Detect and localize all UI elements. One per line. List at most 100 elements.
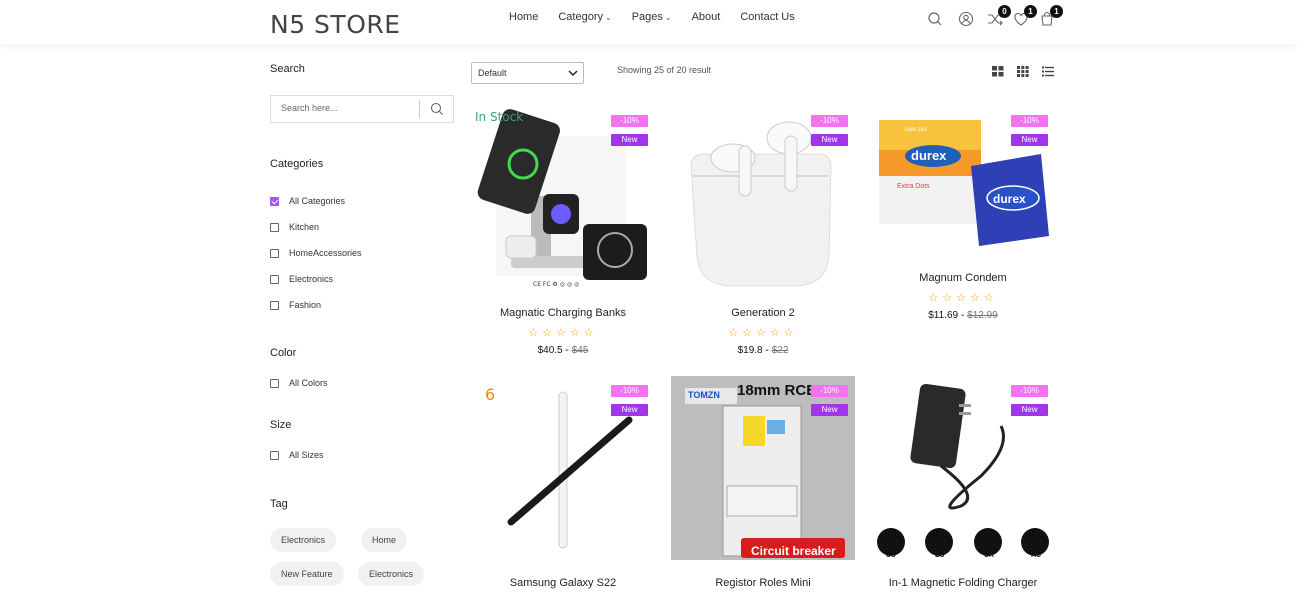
search-heading: Search — [270, 63, 305, 75]
checkbox[interactable] — [270, 450, 279, 460]
size-all[interactable]: All Sizes — [270, 450, 324, 460]
old-price: $12.99 — [967, 310, 998, 321]
chevron-down-icon — [568, 70, 578, 77]
product-card[interactable]: CE FC ♻ ◎ ◎ ◎ In Stock -10% New Magnatic… — [470, 106, 657, 356]
product-name[interactable]: Magnatic Charging Banks — [470, 307, 656, 319]
old-price: $22 — [771, 345, 789, 356]
product-card[interactable]: 6 -10% New Samsung Galaxy S22 — [471, 376, 657, 598]
discount-badge: -10% — [1011, 115, 1048, 127]
grid-small-icon[interactable] — [1017, 66, 1029, 77]
tag-chip[interactable]: Electronics — [358, 562, 425, 586]
category-label: HomeAccessories — [289, 248, 362, 258]
search-icon[interactable] — [927, 11, 943, 27]
list-view-icon[interactable] — [1042, 66, 1054, 77]
category-label: All Categories — [289, 196, 346, 206]
size-label: All Sizes — [289, 450, 324, 460]
color-all[interactable]: All Colors — [270, 378, 328, 388]
image-caption-text: Circuit breaker — [751, 544, 836, 558]
search-input[interactable] — [281, 103, 411, 113]
in-stock-label: In Stock — [475, 110, 524, 124]
new-badge: New — [1011, 134, 1048, 146]
product-name[interactable]: In-1 Magnetic Folding Charger — [870, 577, 1056, 589]
plug-label: AU — [1031, 552, 1042, 559]
product-name[interactable]: Generation 2 — [670, 307, 856, 319]
sale-price: $11.69 - — [928, 310, 965, 321]
category-label: Electronics — [289, 274, 334, 284]
condom-box-image — [871, 106, 1055, 256]
product-card[interactable]: US EU UK AU -10% New In-1 Magnetic Foldi… — [871, 376, 1057, 598]
discount-badge: -10% — [811, 385, 848, 397]
checkbox[interactable] — [270, 300, 279, 310]
sale-price: $19.8 - — [737, 345, 769, 356]
box-top-text: love sex — [905, 127, 928, 133]
old-price: $45 — [571, 345, 589, 356]
checkbox[interactable] — [270, 378, 279, 388]
discount-badge: -10% — [811, 115, 848, 127]
image-title-text: 18mm RCB — [737, 382, 818, 399]
rating-stars: ☆☆☆☆☆ — [728, 327, 798, 339]
product-card[interactable]: -10% New Generation 2 ☆☆☆☆☆ $19.8 - $22 — [670, 106, 857, 356]
product-price: $11.69 - $12.99 — [870, 310, 1056, 321]
search-icon[interactable] — [429, 101, 445, 117]
header-icons: 0 1 1 — [0, 5, 1298, 30]
svg-text:6: 6 — [485, 385, 495, 404]
color-heading: Color — [270, 347, 297, 359]
new-badge: New — [811, 134, 848, 146]
new-badge: New — [811, 404, 848, 416]
checkbox[interactable] — [270, 196, 279, 206]
tag-chip[interactable]: Electronics — [270, 528, 337, 552]
category-fashion[interactable]: Fashion — [270, 300, 321, 310]
product-name[interactable]: Samsung Galaxy S22 — [470, 577, 656, 589]
discount-badge: -10% — [611, 115, 648, 127]
color-label: All Colors — [289, 378, 328, 388]
product-name[interactable]: Registor Roles Mini — [670, 577, 856, 589]
product-card[interactable]: love sex durex Extra Dots durex -10% New… — [871, 106, 1057, 336]
discount-badge: -10% — [1011, 385, 1048, 397]
checkbox[interactable] — [270, 222, 279, 232]
category-electronics[interactable]: Electronics — [270, 274, 333, 284]
svg-text:CE FC ♻ ◎ ◎ ◎: CE FC ♻ ◎ ◎ ◎ — [533, 281, 579, 288]
result-count: Showing 25 of 20 result — [617, 65, 712, 75]
divider — [419, 100, 420, 118]
sort-value: Default — [478, 68, 507, 78]
size-heading: Size — [270, 419, 292, 431]
brand-text-pack: durex — [993, 192, 1026, 206]
variant-text: Extra Dots — [897, 183, 930, 190]
category-homeaccessories[interactable]: HomeAccessories — [270, 248, 362, 258]
grid-large-icon[interactable] — [992, 66, 1004, 77]
checkbox[interactable] — [270, 248, 279, 258]
product-price: $40.5 - $45 — [470, 345, 656, 356]
tag-chip[interactable]: New Feature — [270, 562, 344, 586]
sale-price: $40.5 - — [537, 345, 569, 356]
category-label: Fashion — [289, 300, 322, 310]
tag-heading: Tag — [270, 498, 288, 510]
new-badge: New — [611, 404, 648, 416]
plug-label: US — [886, 552, 896, 559]
category-all[interactable]: All Categories — [270, 196, 345, 206]
cart-count-badge: 1 — [1050, 5, 1063, 18]
brand-text: TOMZN — [688, 390, 720, 400]
search-box — [270, 95, 454, 123]
sort-select[interactable]: Default — [471, 62, 584, 84]
new-badge: New — [611, 134, 648, 146]
brand-text: durex — [911, 148, 947, 163]
product-image[interactable]: love sex durex Extra Dots durex — [871, 106, 1055, 256]
discount-badge: -10% — [611, 385, 648, 397]
category-kitchen[interactable]: Kitchen — [270, 222, 319, 232]
plug-label: EU — [935, 552, 945, 559]
new-badge: New — [1011, 404, 1048, 416]
plug-label: UK — [984, 552, 995, 559]
rating-stars: ☆☆☆☆☆ — [528, 327, 598, 339]
tag-chip[interactable]: Home — [361, 528, 408, 552]
product-price: $19.8 - $22 — [670, 345, 856, 356]
site-header: N5 STORE Home Category ⌄ Pages ⌄ About Con… — [0, 0, 1298, 44]
product-name[interactable]: Magnum Condem — [870, 272, 1056, 284]
category-label: Kitchen — [289, 222, 320, 232]
checkbox[interactable] — [270, 274, 279, 284]
wishlist-count-badge: 1 — [1024, 5, 1037, 18]
compare-count-badge: 0 — [998, 5, 1011, 18]
categories-heading: Categories — [270, 158, 324, 170]
user-icon[interactable] — [958, 11, 974, 27]
rating-stars: ☆☆☆☆☆ — [928, 292, 998, 304]
product-card[interactable]: TOMZN 18mm RCB Circuit breaker -10% New … — [671, 376, 857, 598]
